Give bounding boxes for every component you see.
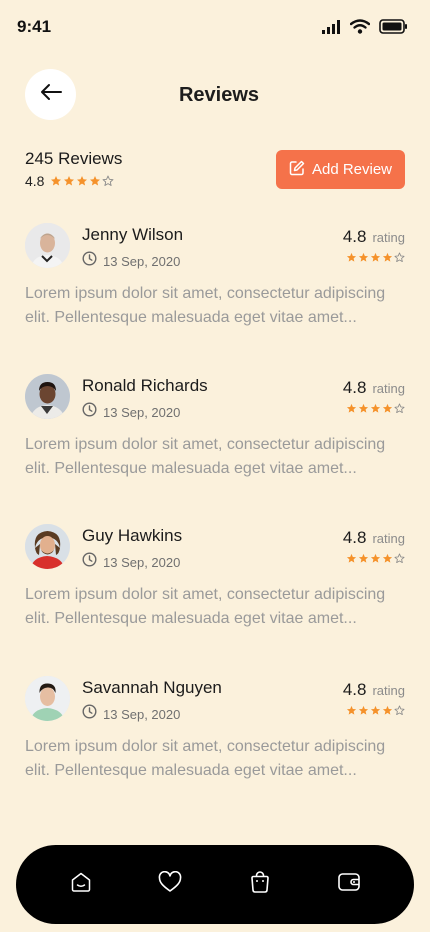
nav-bag[interactable] — [240, 865, 280, 905]
review-date: 13 Sep, 2020 — [103, 706, 181, 722]
nav-home[interactable] — [61, 865, 101, 905]
reviews-count: 245 Reviews — [25, 149, 123, 168]
avatar — [25, 676, 70, 721]
bottom-nav — [16, 845, 414, 924]
star-empty-icon — [394, 252, 405, 263]
avatar — [25, 223, 70, 268]
wallet-icon — [337, 871, 361, 898]
summary-stars — [50, 175, 114, 187]
review-score: 4.8 — [342, 680, 367, 699]
review-score-row: 4.8 rating — [343, 680, 405, 700]
reviewer-name: Ronald Richards — [82, 376, 208, 395]
star-empty-icon — [102, 175, 114, 187]
add-review-label: Add Review — [311, 161, 393, 178]
review-date-row: 13 Sep, 2020 — [82, 251, 180, 271]
review-text: Lorem ipsum dolor sit amet, consectetur … — [25, 436, 386, 477]
review-score-label: rating — [372, 683, 405, 698]
star-filled-icon — [358, 403, 369, 414]
reviewer-name: Jenny Wilson — [82, 225, 184, 244]
star-filled-icon — [358, 705, 369, 716]
star-filled-icon — [346, 403, 357, 414]
review-score: 4.8 — [342, 227, 367, 246]
star-filled-icon — [89, 175, 101, 187]
avatar — [25, 524, 70, 569]
status-time: 9:41 — [17, 17, 52, 36]
review-date-row: 13 Sep, 2020 — [82, 704, 180, 724]
review-date: 13 Sep, 2020 — [103, 404, 181, 420]
star-filled-icon — [382, 252, 393, 263]
clock-icon — [82, 251, 97, 271]
battery-icon — [379, 19, 408, 34]
review-item: Jenny Wilson 13 Sep, 2020 4.8 rating Lor… — [25, 223, 405, 363]
clock-icon — [82, 402, 97, 422]
summary-rating-row: 4.8 — [25, 173, 114, 189]
review-score-label: rating — [372, 531, 405, 546]
review-date-row: 13 Sep, 2020 — [82, 402, 180, 422]
star-filled-icon — [382, 705, 393, 716]
review-text: Lorem ipsum dolor sit amet, consectetur … — [25, 586, 386, 627]
clock-icon — [82, 552, 97, 572]
star-empty-icon — [394, 553, 405, 564]
home-icon — [70, 871, 92, 898]
star-filled-icon — [346, 553, 357, 564]
star-filled-icon — [370, 553, 381, 564]
page-title: Reviews — [178, 84, 260, 106]
star-filled-icon — [63, 175, 75, 187]
review-stars — [346, 553, 405, 564]
star-filled-icon — [76, 175, 88, 187]
review-text: Lorem ipsum dolor sit amet, consectetur … — [25, 738, 386, 779]
nav-favorites[interactable] — [150, 865, 190, 905]
avatar — [25, 374, 70, 419]
heart-icon — [158, 870, 182, 898]
reviewer-name: Guy Hawkins — [82, 526, 183, 545]
star-filled-icon — [50, 175, 62, 187]
edit-icon — [289, 160, 305, 180]
star-filled-icon — [358, 252, 369, 263]
review-date: 13 Sep, 2020 — [103, 253, 181, 269]
review-stars — [346, 252, 405, 263]
status-icons — [322, 19, 408, 34]
nav-wallet[interactable] — [329, 865, 369, 905]
star-filled-icon — [370, 252, 381, 263]
status-bar: 9:41 — [0, 0, 430, 56]
star-filled-icon — [382, 403, 393, 414]
reviewer-name: Savannah Nguyen — [82, 678, 222, 697]
review-date: 13 Sep, 2020 — [103, 554, 181, 570]
review-item: Guy Hawkins 13 Sep, 2020 4.8 rating Lore… — [25, 524, 405, 664]
review-score: 4.8 — [342, 378, 367, 397]
wifi-icon — [350, 19, 370, 34]
review-score-label: rating — [372, 381, 405, 396]
review-score-row: 4.8 rating — [343, 227, 405, 247]
review-item: Savannah Nguyen 13 Sep, 2020 4.8 rating … — [25, 676, 405, 816]
star-filled-icon — [358, 553, 369, 564]
star-filled-icon — [370, 705, 381, 716]
star-filled-icon — [346, 705, 357, 716]
review-stars — [346, 705, 405, 716]
review-text: Lorem ipsum dolor sit amet, consectetur … — [25, 285, 386, 326]
star-filled-icon — [370, 403, 381, 414]
review-score-label: rating — [372, 230, 405, 245]
clock-icon — [82, 704, 97, 724]
star-empty-icon — [394, 403, 405, 414]
star-filled-icon — [382, 553, 393, 564]
review-score: 4.8 — [342, 528, 367, 547]
reviews-screen: 9:41 Reviews 245 Reviews 4.8 Add Review … — [0, 0, 430, 932]
review-score-row: 4.8 rating — [343, 378, 405, 398]
review-date-row: 13 Sep, 2020 — [82, 552, 180, 572]
bag-icon — [249, 870, 271, 899]
review-score-row: 4.8 rating — [343, 528, 405, 548]
cellular-signal-icon — [322, 19, 341, 34]
review-item: Ronald Richards 13 Sep, 2020 4.8 rating … — [25, 374, 405, 514]
review-stars — [346, 403, 405, 414]
star-empty-icon — [394, 705, 405, 716]
add-review-button[interactable]: Add Review — [276, 150, 405, 189]
star-filled-icon — [346, 252, 357, 263]
summary-rating: 4.8 — [25, 173, 45, 189]
